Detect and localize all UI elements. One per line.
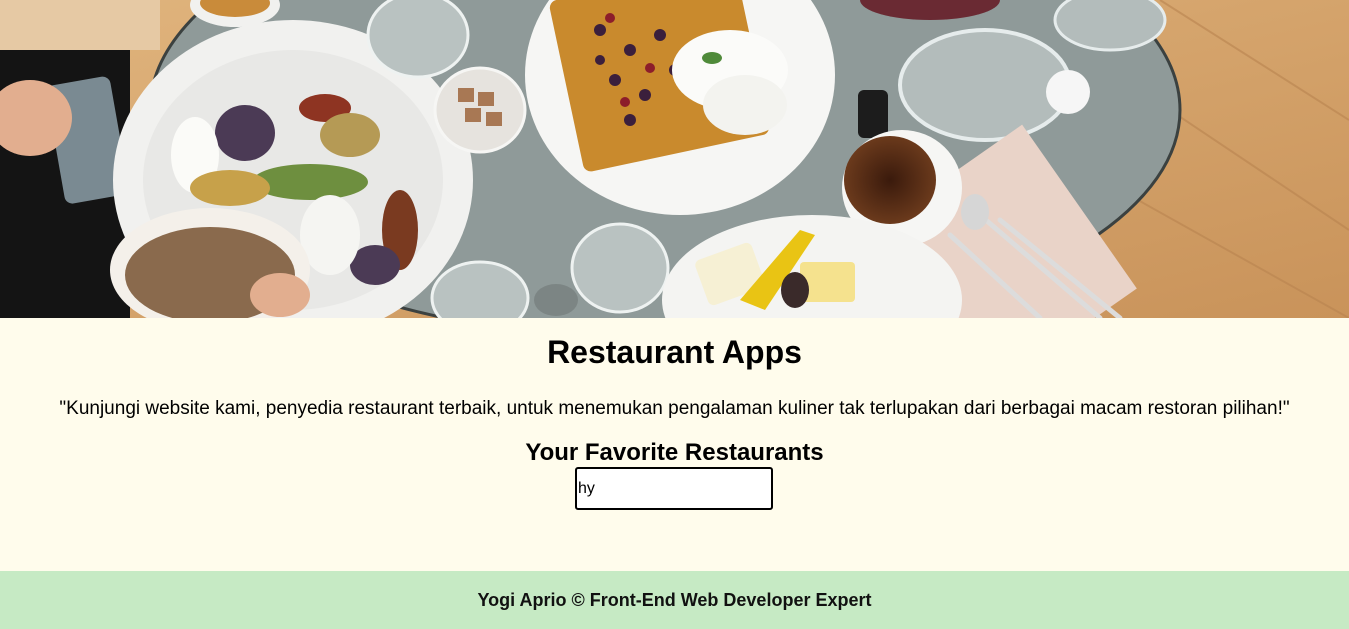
main-content: Restaurant Apps "Kunjungi website kami, … bbox=[0, 318, 1349, 571]
hero-image bbox=[0, 0, 1349, 318]
restaurant-table-photo bbox=[0, 0, 1349, 318]
footer: Yogi Aprio © Front-End Web Developer Exp… bbox=[0, 571, 1349, 629]
page-title: Restaurant Apps bbox=[547, 334, 802, 370]
tagline-text: "Kunjungi website kami, penyedia restaur… bbox=[59, 398, 1290, 419]
search-input[interactable] bbox=[575, 467, 773, 510]
footer-text: Yogi Aprio © Front-End Web Developer Exp… bbox=[477, 589, 872, 610]
favorite-restaurants-heading: Your Favorite Restaurants bbox=[525, 439, 824, 466]
